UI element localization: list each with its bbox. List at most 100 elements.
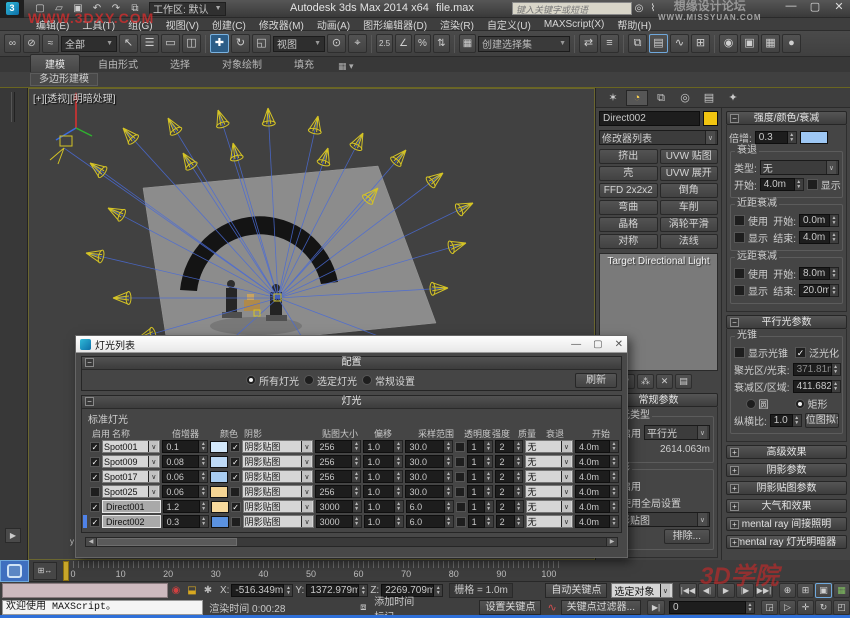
dialog-minimize-icon[interactable]: —: [571, 339, 581, 350]
decay-dropdown[interactable]: 无∨: [526, 515, 573, 528]
angle-snap-icon[interactable]: ∠: [395, 34, 412, 53]
far-show-checkbox[interactable]: [734, 285, 745, 296]
pin-icon[interactable]: ◉: [168, 585, 184, 596]
overshoot-checkbox[interactable]: ✓: [795, 347, 806, 358]
ribbon-tab-5[interactable]: 填充: [280, 55, 328, 72]
radio-icon[interactable]: [246, 375, 256, 385]
tab-motion-icon[interactable]: ◎: [674, 90, 696, 106]
select-and-move-icon[interactable]: ✚: [210, 34, 229, 53]
light-color-swatch[interactable]: [211, 501, 229, 513]
rectangular-selection-region-icon[interactable]: ▭: [161, 34, 180, 53]
bias-spinner[interactable]: 1.0▲▼: [363, 485, 403, 498]
quality-spinner[interactable]: 2▲▼: [495, 455, 523, 468]
bias-spinner[interactable]: 1.0▲▼: [364, 515, 404, 528]
modifier-button[interactable]: FFD 2x2x2: [599, 183, 658, 198]
light-enable-checkbox[interactable]: [90, 487, 100, 497]
show-cone-checkbox[interactable]: [734, 347, 745, 358]
quality-spinner[interactable]: 2▲▼: [496, 500, 524, 513]
shadow-enable-checkbox[interactable]: ✓: [230, 457, 240, 467]
light-color-swatch[interactable]: [211, 516, 229, 528]
select-and-link-icon[interactable]: ∞: [4, 34, 21, 53]
edit-named-selection-sets-icon[interactable]: ▦: [459, 34, 476, 53]
map-size-spinner[interactable]: 3000▲▼: [316, 500, 362, 513]
dialog-maximize-icon[interactable]: ▢: [593, 339, 602, 350]
refresh-button[interactable]: 刷新: [575, 373, 617, 388]
near-use-checkbox[interactable]: [734, 215, 745, 226]
config-radio-option[interactable]: 选定灯光: [304, 373, 357, 388]
macro-recorder-field[interactable]: [2, 583, 168, 598]
ribbon-toggle-icon[interactable]: ▤: [649, 34, 668, 53]
light-color-swatch[interactable]: [800, 131, 828, 144]
window-crossing-icon[interactable]: ◫: [182, 34, 201, 53]
ribbon-tab-3[interactable]: 选择: [156, 55, 204, 72]
key-filters-button[interactable]: 关键点过滤器...: [561, 600, 641, 615]
unlink-selection-icon[interactable]: ⊘: [23, 34, 40, 53]
shadow-type-dropdown[interactable]: 阴影贴图∨: [243, 500, 314, 513]
quality-spinner[interactable]: 2▲▼: [495, 440, 523, 453]
light-enable-checkbox[interactable]: ✓: [90, 442, 100, 452]
shadow-enable-checkbox[interactable]: [231, 517, 241, 527]
shadow-enable-checkbox[interactable]: ✓: [231, 502, 241, 512]
dialog-close-icon[interactable]: ✕: [615, 339, 623, 350]
exclude-button[interactable]: 排除...: [664, 529, 710, 544]
modifier-button[interactable]: 晶格: [599, 217, 658, 232]
transparency-checkbox[interactable]: [455, 442, 465, 452]
menu-item[interactable]: 自定义(U): [487, 17, 531, 32]
decay-dropdown[interactable]: 无∨: [525, 470, 573, 483]
decay-dropdown[interactable]: 无∨: [525, 485, 573, 498]
expand-icon[interactable]: +: [730, 538, 739, 547]
dialog-titlebar[interactable]: 灯光列表 — ▢ ✕: [76, 336, 627, 353]
current-frame-spinner[interactable]: 0▲▼: [669, 601, 755, 614]
modifier-button[interactable]: 挤出: [599, 149, 658, 164]
sample-range-spinner[interactable]: 30.0▲▼: [405, 485, 453, 498]
pan-hand-icon[interactable]: ✛: [797, 600, 814, 615]
tab-modify-icon[interactable]: ◔: [626, 90, 648, 106]
orbit-icon[interactable]: ↻: [815, 600, 832, 615]
sample-range-spinner[interactable]: 30.0▲▼: [405, 470, 453, 483]
object-name-field[interactable]: Direct002: [599, 111, 700, 126]
layer-manager-icon[interactable]: ⧉: [628, 34, 647, 53]
zoom-extents-icon[interactable]: ▣: [815, 583, 832, 598]
light-name-dropdown[interactable]: Spot025∨: [102, 485, 160, 498]
light-name-dropdown[interactable]: Spot017∨: [102, 470, 160, 483]
falloff-spinner[interactable]: 411.682m▲▼: [793, 380, 841, 393]
light-name-field[interactable]: Direct002: [102, 515, 161, 528]
far-start-spinner[interactable]: 8.0m▲▼: [799, 267, 839, 280]
infocenter-search-input[interactable]: 键入关键字或短语: [512, 2, 632, 15]
polygon-modeling-panel-button[interactable]: 多边形建模: [30, 73, 98, 86]
multiplier-spinner[interactable]: 0.3▲▼: [755, 131, 797, 144]
decay-start-spinner[interactable]: 4.0m▲▼: [760, 178, 804, 191]
remove-modifier-icon[interactable]: ✕: [656, 374, 673, 389]
intensity-spinner[interactable]: 1▲▼: [467, 455, 493, 468]
collapsed-rollout[interactable]: +大气和效果: [726, 499, 847, 514]
near-end-spinner[interactable]: 4.0m▲▼: [799, 231, 839, 244]
align-icon[interactable]: ≡: [600, 34, 619, 53]
modifier-button[interactable]: 法线: [660, 234, 719, 249]
light-row[interactable]: ✓Spot009∨0.08▲▼✓阴影贴图∨256▲▼1.0▲▼30.0▲▼1▲▼…: [90, 455, 621, 468]
workspace-selector[interactable]: 工作区: 默认▼: [149, 2, 226, 16]
modifier-button[interactable]: 壳: [599, 166, 658, 181]
minimize-button[interactable]: —: [784, 0, 798, 13]
shadow-type-dropdown[interactable]: 阴影贴图∨: [242, 485, 313, 498]
material-editor-icon[interactable]: ◉: [719, 34, 738, 53]
expand-icon[interactable]: +: [730, 466, 739, 475]
menu-item[interactable]: 创建(C): [212, 17, 246, 32]
decay-dropdown[interactable]: 无∨: [526, 500, 573, 513]
go-to-start-icon[interactable]: |◀◀: [679, 583, 697, 598]
ribbon-overflow-icon[interactable]: ▦ ▾: [338, 61, 354, 72]
transparency-checkbox[interactable]: [455, 472, 465, 482]
modifier-button[interactable]: UVW 贴图: [660, 149, 719, 164]
light-name-dropdown[interactable]: Spot001∨: [102, 440, 160, 453]
modifier-button[interactable]: 对称: [599, 234, 658, 249]
intensity-spinner[interactable]: 1▲▼: [467, 485, 493, 498]
scroll-left-icon[interactable]: ◀: [86, 538, 97, 546]
radio-icon[interactable]: [304, 375, 314, 385]
light-color-swatch[interactable]: [210, 441, 228, 453]
x-coordinate-spinner[interactable]: -516.349m▲▼: [231, 584, 293, 597]
far-end-spinner[interactable]: 20.0m▲▼: [799, 284, 839, 297]
select-and-manipulate-icon[interactable]: ⌖: [348, 34, 367, 53]
shadow-type-dropdown[interactable]: 阴影贴图∨: [243, 515, 314, 528]
new-key-mode-icon[interactable]: ∿: [547, 601, 556, 614]
light-row[interactable]: ✓Spot001∨0.1▲▼✓阴影贴图∨256▲▼1.0▲▼30.0▲▼1▲▼2…: [90, 440, 621, 453]
quality-spinner[interactable]: 2▲▼: [495, 485, 523, 498]
